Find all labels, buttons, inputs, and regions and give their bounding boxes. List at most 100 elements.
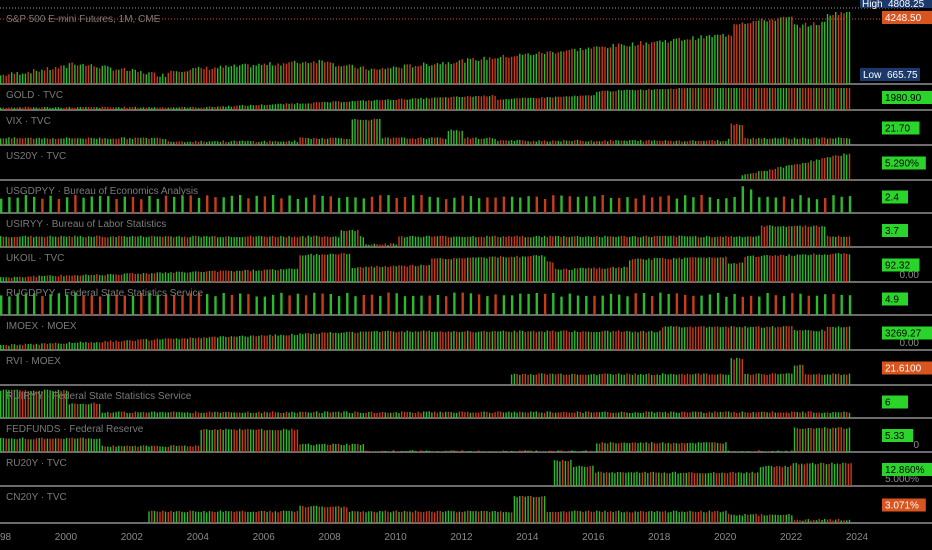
bar <box>741 262 743 282</box>
bar <box>8 197 11 213</box>
bar <box>597 471 600 486</box>
bar <box>843 236 845 247</box>
bar <box>239 237 241 247</box>
bar <box>414 266 417 282</box>
bar <box>791 16 793 85</box>
bar <box>296 429 299 452</box>
bar <box>340 332 342 350</box>
bar <box>807 519 809 523</box>
bar <box>711 257 713 282</box>
bar <box>521 256 524 282</box>
bar <box>513 98 516 110</box>
bar <box>807 226 809 247</box>
bar <box>398 413 400 418</box>
bar <box>732 471 734 486</box>
bar <box>387 330 389 350</box>
bar <box>524 450 526 452</box>
bar <box>705 373 708 385</box>
bar <box>379 244 381 247</box>
bar <box>321 413 323 418</box>
bar <box>651 411 653 418</box>
bar <box>98 342 101 350</box>
bar <box>197 67 200 84</box>
bar <box>225 411 227 418</box>
bar <box>766 451 768 452</box>
bar <box>703 237 705 247</box>
bar <box>662 89 664 110</box>
bar <box>16 197 19 213</box>
bar <box>436 511 439 523</box>
bar <box>524 53 526 84</box>
bar <box>450 511 452 523</box>
bar <box>508 512 510 523</box>
bar <box>13 237 16 247</box>
bar <box>505 57 507 84</box>
bar <box>760 411 763 418</box>
bar <box>730 412 732 418</box>
bar <box>326 138 329 145</box>
bar <box>54 276 57 282</box>
bar <box>502 99 505 110</box>
bar <box>659 236 661 247</box>
bar <box>255 296 258 315</box>
pane-7: RUGDPYY · Federal State Statistics Servi… <box>0 288 932 316</box>
bar <box>486 258 488 282</box>
bar <box>307 63 309 84</box>
bar <box>401 98 403 110</box>
bar <box>660 473 663 486</box>
bar <box>90 196 93 213</box>
bar <box>560 269 562 282</box>
bar <box>98 438 101 452</box>
bar <box>633 472 635 486</box>
bar <box>315 334 318 350</box>
bar <box>5 277 7 282</box>
bar <box>582 95 584 110</box>
bar <box>716 326 719 350</box>
bar <box>129 138 131 145</box>
bar <box>258 335 260 350</box>
bar <box>403 451 406 452</box>
bar <box>497 141 499 145</box>
bar <box>137 236 139 247</box>
bar <box>93 402 95 418</box>
bar <box>30 439 32 452</box>
bar <box>288 295 291 315</box>
bar <box>659 140 661 145</box>
bar <box>362 120 364 145</box>
bar <box>678 140 680 145</box>
bar <box>516 332 518 350</box>
bar <box>178 412 180 418</box>
bar <box>340 66 342 84</box>
bar <box>324 332 326 350</box>
bar <box>719 141 722 145</box>
bar <box>494 58 496 84</box>
bar <box>30 235 32 247</box>
bar <box>252 269 255 282</box>
bar <box>76 65 79 84</box>
bar <box>200 412 202 418</box>
bar <box>307 254 309 282</box>
bar <box>447 451 450 452</box>
bar <box>329 412 331 418</box>
bar <box>65 137 68 145</box>
bar <box>573 467 575 486</box>
bar <box>733 411 735 418</box>
bar <box>738 358 741 385</box>
bar <box>565 50 568 84</box>
bar <box>120 341 123 350</box>
multi-pane-chart[interactable]: S&P 500 E-mini Futures, 1M, CME2000.0042… <box>0 0 932 550</box>
bar <box>585 49 587 84</box>
pane-title: RVI · MOEX <box>6 356 61 367</box>
bar <box>392 331 395 350</box>
bar <box>379 100 381 110</box>
bar <box>705 140 708 145</box>
bar <box>101 106 103 110</box>
bar <box>727 450 730 452</box>
bar <box>810 88 812 110</box>
bar <box>326 102 329 110</box>
bar <box>417 411 419 418</box>
bar <box>96 438 98 452</box>
bar <box>560 195 563 213</box>
bar <box>782 137 785 145</box>
bar <box>8 107 10 110</box>
